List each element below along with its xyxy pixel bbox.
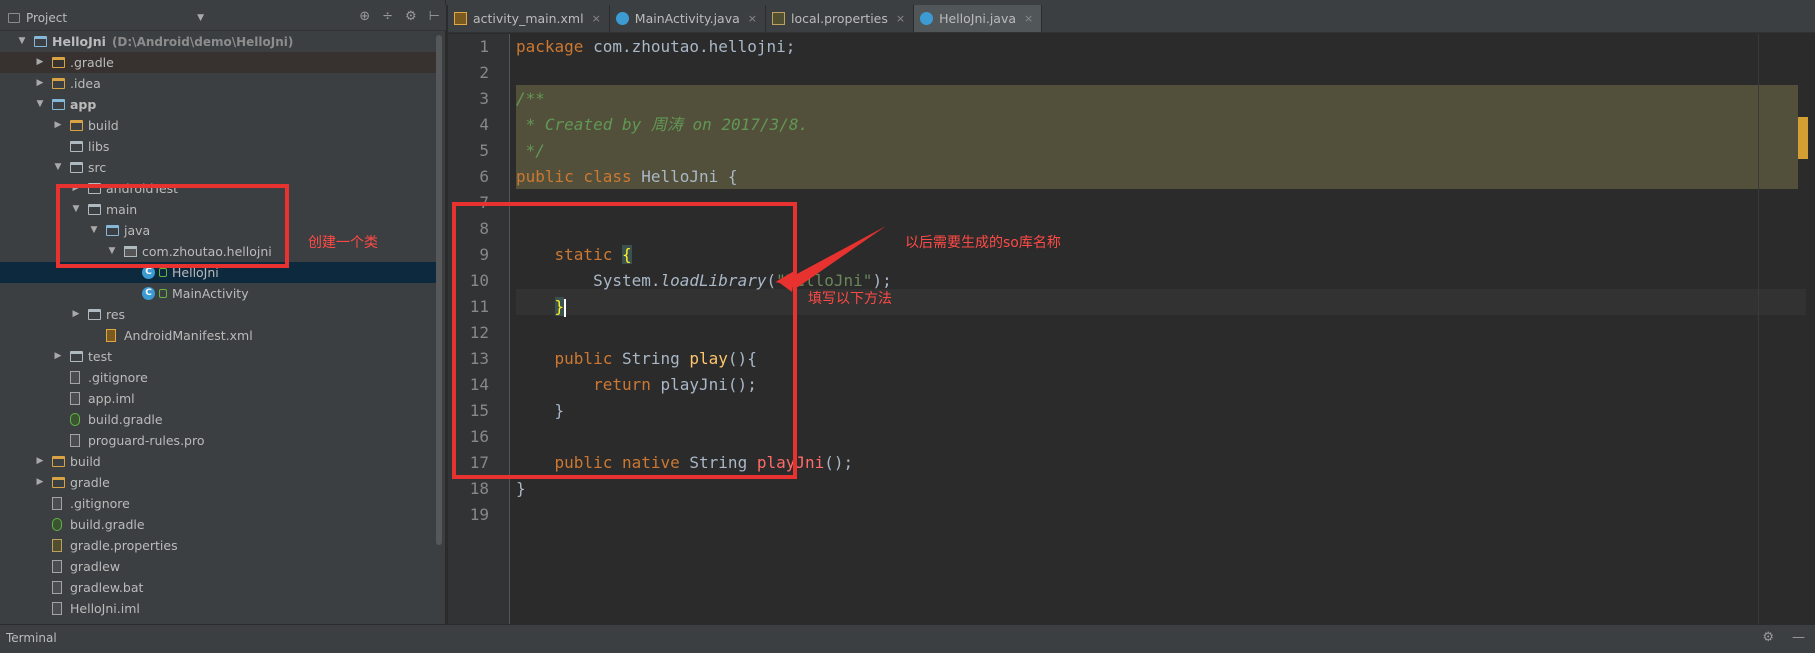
annotation-arrow <box>775 226 886 292</box>
gear-icon[interactable]: ⚙ <box>1762 630 1774 645</box>
status-bar: Terminal ⚙ — <box>0 624 1815 653</box>
minimize-icon[interactable]: — <box>1792 630 1805 645</box>
terminal-tab[interactable]: Terminal <box>6 631 57 645</box>
statusbar-tools: ⚙ — <box>1762 630 1805 645</box>
